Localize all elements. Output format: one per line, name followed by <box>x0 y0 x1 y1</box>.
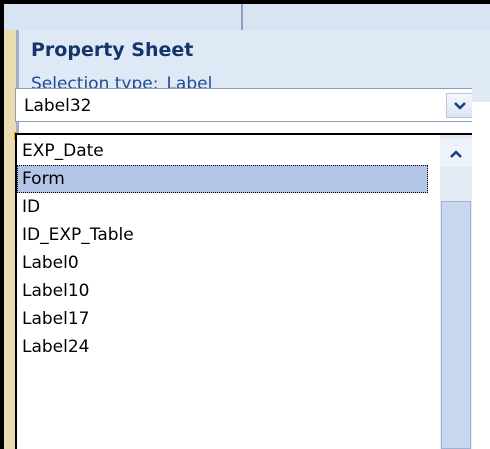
object-selector-combo[interactable]: Label32 <box>15 88 472 122</box>
list-item[interactable]: Label10 <box>17 277 428 305</box>
object-selector-dropdown-button[interactable] <box>446 93 472 118</box>
object-dropdown-list[interactable]: EXP_Date Form ID ID_EXP_Table Label0 Lab… <box>15 133 472 449</box>
scroll-up-button[interactable] <box>440 139 472 167</box>
list-item[interactable]: EXP_Date <box>17 137 428 165</box>
chevron-down-icon <box>453 96 467 115</box>
list-item[interactable]: Label24 <box>17 333 428 361</box>
object-selector-value: Label32 <box>24 96 92 116</box>
list-item-selected[interactable]: Form <box>17 165 428 193</box>
chevron-up-icon <box>449 144 463 163</box>
top-strip <box>4 4 490 30</box>
list-item[interactable]: ID_EXP_Table <box>17 221 428 249</box>
splitter <box>241 4 243 30</box>
list-item[interactable]: Label17 <box>17 305 428 333</box>
list-item[interactable]: Label0 <box>17 249 428 277</box>
property-sheet-title: Property Sheet <box>31 39 194 61</box>
scroll-thumb[interactable] <box>441 201 471 449</box>
object-list: EXP_Date Form ID ID_EXP_Table Label0 Lab… <box>17 137 428 361</box>
vertical-scrollbar[interactable] <box>440 135 472 449</box>
list-item[interactable]: ID <box>17 193 428 221</box>
